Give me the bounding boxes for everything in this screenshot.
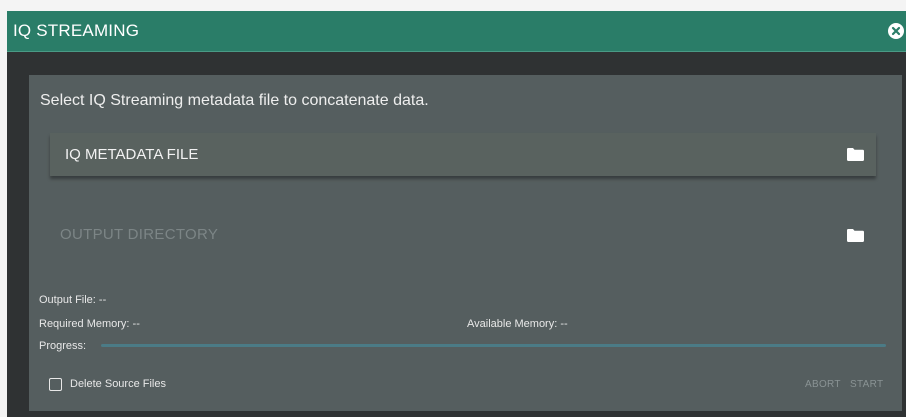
folder-icon[interactable]	[847, 148, 864, 161]
dialog-titlebar: IQ STREAMING	[7, 11, 906, 52]
progress-label: Progress:	[39, 340, 87, 352]
output-directory-label: OUTPUT DIRECTORY	[60, 226, 219, 243]
instruction-text: Select IQ Streaming metadata file to con…	[40, 92, 429, 109]
folder-icon[interactable]	[847, 229, 864, 242]
abort-button[interactable]: ABORT	[805, 379, 841, 390]
dialog-title: IQ STREAMING	[13, 21, 140, 40]
start-button[interactable]: START	[850, 379, 883, 390]
close-icon[interactable]	[888, 23, 904, 39]
delete-source-files-label: Delete Source Files	[70, 378, 166, 390]
streaming-panel: Select IQ Streaming metadata file to con…	[29, 75, 902, 411]
iq-streaming-dialog: IQ STREAMING Select IQ Streaming metadat…	[7, 11, 906, 417]
delete-source-files-checkbox[interactable]	[49, 378, 62, 391]
iq-metadata-file-selector[interactable]: IQ METADATA FILE	[50, 133, 876, 176]
output-file-text: Output File: --	[39, 294, 107, 306]
progress-bar	[101, 344, 886, 347]
iq-metadata-file-label: IQ METADATA FILE	[65, 146, 199, 163]
available-memory-text: Available Memory: --	[467, 318, 568, 330]
output-directory-selector[interactable]: OUTPUT DIRECTORY	[50, 214, 876, 257]
required-memory-text: Required Memory: --	[39, 318, 140, 330]
